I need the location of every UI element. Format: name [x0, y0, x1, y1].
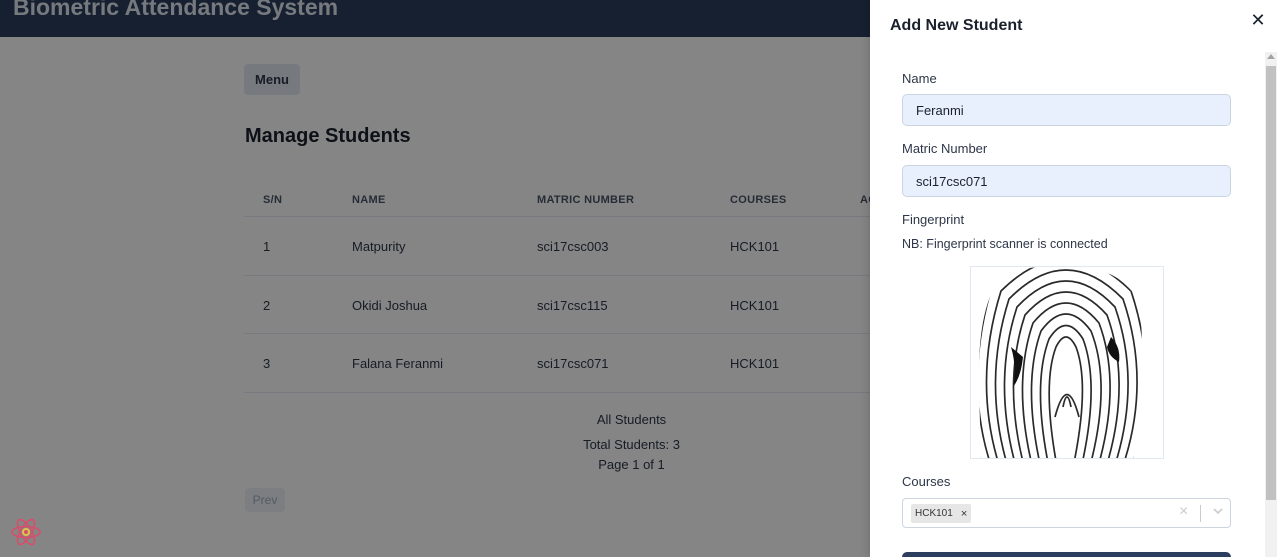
fingerprint-label: Fingerprint [902, 212, 965, 227]
fingerprint-note: NB: Fingerprint scanner is connected [902, 237, 1108, 251]
drawer-title: Add New Student [890, 17, 1023, 34]
select-separator [1200, 505, 1201, 522]
scrollbar-thumb[interactable] [1266, 66, 1276, 500]
add-student-drawer: Add New Student ✕ Name Matric Number Fin… [870, 0, 1280, 557]
courses-label: Courses [902, 474, 951, 489]
matric-number-label: Matric Number [902, 141, 988, 156]
submit-button[interactable] [902, 552, 1231, 557]
close-icon[interactable]: ✕ [1248, 10, 1268, 30]
remove-tag-icon[interactable]: × [961, 508, 967, 520]
clear-icon[interactable]: × [1179, 503, 1188, 521]
name-field[interactable] [902, 94, 1231, 126]
courses-multiselect[interactable]: HCK101 × × [902, 498, 1231, 528]
chevron-down-icon[interactable] [1211, 504, 1225, 518]
react-logo-icon[interactable] [10, 516, 42, 548]
matric-number-field[interactable] [902, 165, 1231, 197]
fingerprint-image [970, 266, 1164, 459]
course-tag: HCK101 × [911, 504, 972, 523]
course-tag-label: HCK101 [915, 508, 953, 519]
name-label: Name [902, 71, 937, 86]
scroll-up-arrow-icon[interactable] [1267, 54, 1275, 59]
